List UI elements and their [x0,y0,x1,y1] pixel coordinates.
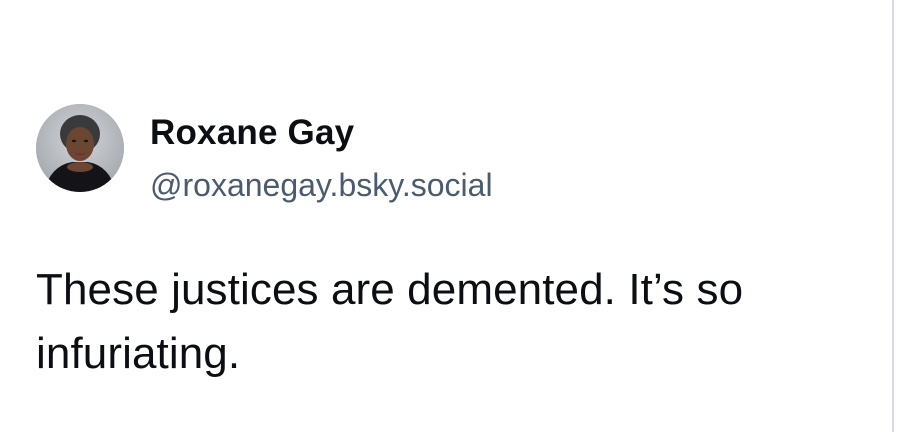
author-handle[interactable]: @roxanegay.bsky.social [150,166,493,204]
divider [892,0,894,432]
author-display-name[interactable]: Roxane Gay [150,112,493,154]
profile-photo-icon [36,104,124,192]
post-body: These justices are demented. It’s so inf… [36,265,744,378]
avatar[interactable] [36,104,124,192]
author-info: Roxane Gay @roxanegay.bsky.social [150,112,493,204]
social-post: Roxane Gay @roxanegay.bsky.social These … [0,0,900,432]
